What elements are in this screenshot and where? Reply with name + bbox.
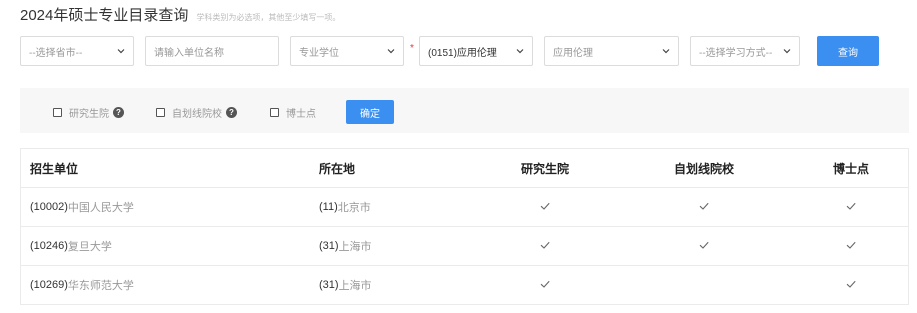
unit-name-link[interactable]: 中国人民大学 [68,199,134,215]
table-row: (10246) 复旦大学 (31) 上海市 [21,226,908,265]
graduate-school-checkbox[interactable]: 研究生院 ? [53,105,124,120]
check-icon [697,238,711,255]
unit-cell: (10246) 复旦大学 [30,227,112,265]
check-icon [538,277,552,294]
check-icon [697,199,711,216]
location-code: (11) [319,201,338,213]
page-header: 2024年硕士专业目录查询 学科类别为必选项，其他至少填写一项。 [20,4,340,24]
unit-cell: (10269) 华东师范大学 [30,266,134,304]
header-doctoral-point: 博士点 [832,161,869,176]
unit-name-input[interactable]: 请输入单位名称 [145,36,279,66]
degree-type-select[interactable]: 专业学位 [290,36,404,66]
doctoral-point-cell [811,188,891,226]
help-icon[interactable]: ? [113,107,124,118]
table-header-row: 招生单位 所在地 研究生院 自划线院校 博士点 [21,149,908,187]
check-icon [844,199,858,216]
doctoral-point-label: 博士点 [286,109,316,120]
location-name: 北京市 [337,202,371,214]
location-cell: (31) 上海市 [319,227,372,265]
unit-code: (10002) [30,201,68,213]
chevron-down-icon [516,49,524,54]
table-body: (10002) 中国人民大学 (11) 北京市 (10246) 复旦大学 (31) 上海市 (1… [21,187,908,304]
confirm-button[interactable]: 确定 [346,100,394,124]
check-icon [538,238,552,255]
check-icon [844,277,858,294]
page-title: 2024年硕士专业目录查询 [20,7,189,24]
study-mode-select[interactable]: --选择学习方式-- [690,36,800,66]
results-table: 招生单位 所在地 研究生院 自划线院校 博士点 (10002) 中国人民大学 (11… [20,148,909,305]
study-mode-value: --选择学习方式-- [699,47,773,59]
discipline-select[interactable]: (0151)应用伦理 [419,36,533,66]
table-row: (10002) 中国人民大学 (11) 北京市 [21,187,908,226]
degree-type-value: 专业学位 [299,47,339,59]
major-select[interactable]: 应用伦理 [544,36,679,66]
unit-cell: (10002) 中国人民大学 [30,188,134,226]
check-icon [538,199,552,216]
header-graduate-school: 研究生院 [520,161,569,176]
checkbox-box[interactable] [156,108,165,117]
unit-code: (10246) [30,240,68,252]
check-icon [844,238,858,255]
header-unit: 招生单位 [30,161,79,176]
location-name: 上海市 [338,241,372,253]
chevron-down-icon [662,49,670,54]
self-marking-label: 自划线院校 [172,109,222,120]
header-self-marking: 自划线院校 [673,161,734,176]
location-cell: (31) 上海市 [319,266,372,304]
location-name: 上海市 [338,280,372,292]
help-icon[interactable]: ? [226,107,237,118]
chevron-down-icon [783,49,791,54]
doctoral-point-cell [811,227,891,265]
unit-name-link[interactable]: 复旦大学 [68,238,112,254]
checkbox-box[interactable] [53,108,62,117]
graduate-school-cell [505,227,585,265]
graduate-school-label: 研究生院 [69,109,109,120]
table-row: (10269) 华东师范大学 (31) 上海市 [21,265,908,304]
doctoral-point-cell [811,266,891,304]
header-location: 所在地 [319,161,356,176]
location-code: (31) [319,240,339,252]
search-button[interactable]: 查询 [817,36,879,66]
chevron-down-icon [117,49,125,54]
graduate-school-cell [505,266,585,304]
self-marking-cell [664,188,744,226]
checkbox-box[interactable] [270,108,279,117]
location-cell: (11) 北京市 [319,188,371,226]
major-value: 应用伦理 [553,47,593,59]
doctoral-point-checkbox[interactable]: 博士点 [270,105,316,120]
province-select[interactable]: --选择省市-- [20,36,134,66]
self-marking-cell [664,266,744,304]
location-code: (31) [319,279,339,291]
graduate-school-cell [505,188,585,226]
options-panel: 研究生院 ? 自划线院校 ? 博士点 确定 [20,88,909,133]
unit-name-placeholder: 请输入单位名称 [154,47,224,59]
page-hint: 学科类别为必选项，其他至少填写一项。 [196,13,341,22]
unit-code: (10269) [30,279,68,291]
province-select-value: --选择省市-- [29,47,83,59]
self-marking-checkbox[interactable]: 自划线院校 ? [156,105,237,120]
discipline-value: (0151)应用伦理 [428,47,497,59]
required-mark: * [410,43,414,54]
chevron-down-icon [387,49,395,54]
unit-name-link[interactable]: 华东师范大学 [68,277,134,293]
self-marking-cell [664,227,744,265]
